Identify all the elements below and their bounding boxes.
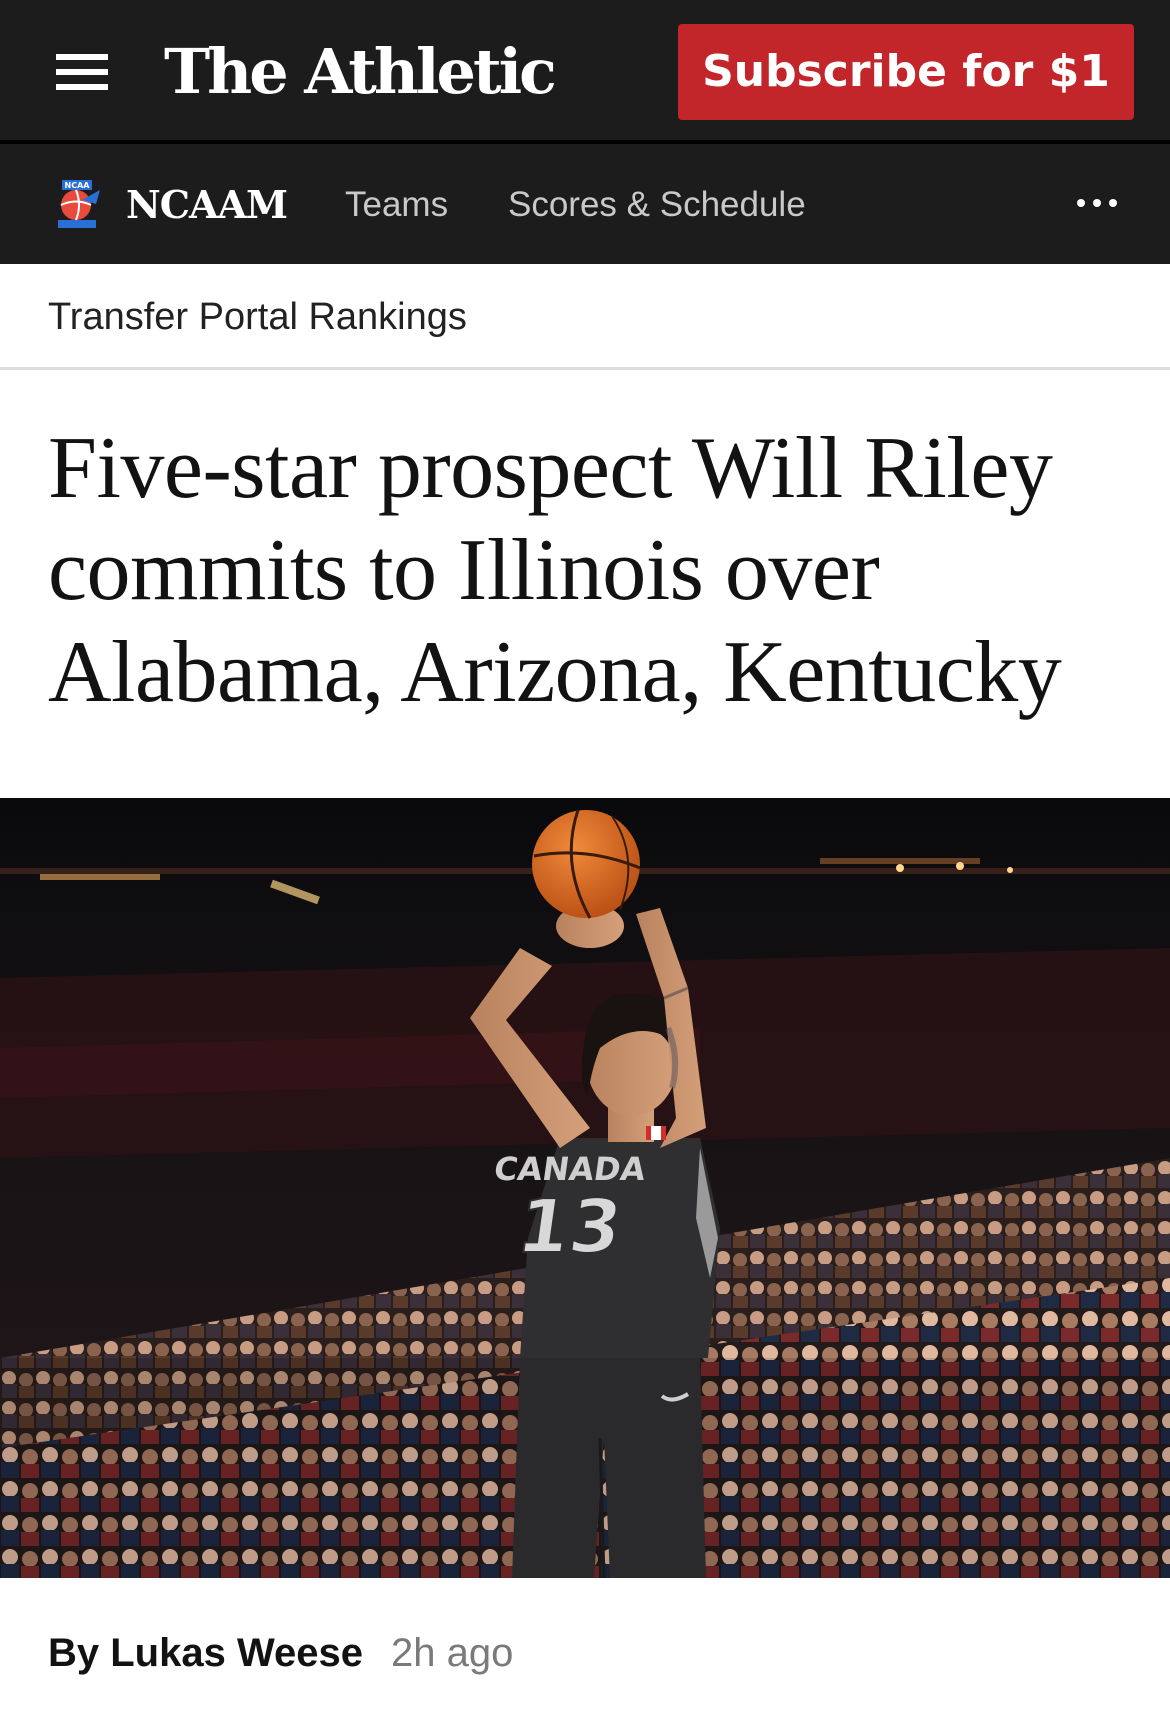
ncaa-basketball-logo-icon[interactable]: NCAA [52, 178, 104, 230]
article-headline: Five-star prospect Will Riley commits to… [48, 420, 1062, 721]
more-dots-icon[interactable] [1068, 188, 1126, 218]
byline-author[interactable]: By Lukas Weese [48, 1631, 363, 1675]
hero-image: CANADA 13 [0, 798, 1170, 1578]
subscribe-button[interactable]: Subscribe for $1 [678, 24, 1134, 120]
league-name[interactable]: NCAAM [126, 180, 288, 230]
article-byline: By Lukas Weese 2h ago [48, 1626, 513, 1680]
byline-timestamp: 2h ago [390, 1631, 514, 1675]
top-header: The Athletic Subscribe for $1 [0, 0, 1170, 140]
league-nav: NCAA NCAAM Teams Scores & Schedule [0, 144, 1170, 264]
jersey-text: CANADA [492, 1150, 648, 1188]
jersey-number: 13 [512, 1183, 627, 1270]
hero-photo-illustration: CANADA 13 [0, 798, 1170, 1578]
breadcrumb[interactable]: Transfer Portal Rankings [48, 290, 467, 344]
breadcrumb-bar: Transfer Portal Rankings [0, 264, 1170, 370]
nav-scores-schedule-link[interactable]: Scores & Schedule [508, 180, 806, 230]
svg-text:NCAA: NCAA [65, 181, 91, 190]
nav-teams-link[interactable]: Teams [345, 180, 448, 230]
site-logo[interactable]: The Athletic [164, 36, 557, 108]
hamburger-menu-icon[interactable] [56, 52, 108, 90]
